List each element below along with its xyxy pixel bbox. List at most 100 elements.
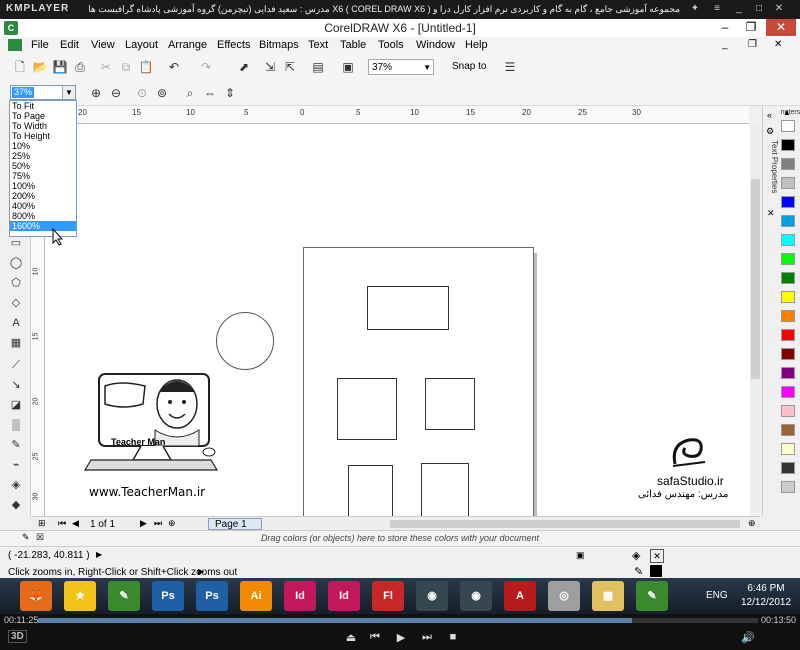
color-swatch[interactable] <box>781 272 795 284</box>
player-restore-icon[interactable]: □ <box>752 2 766 16</box>
fill-tool-icon[interactable]: ◈ <box>8 477 24 493</box>
zoom-option[interactable]: 400% <box>10 201 76 211</box>
eject-icon[interactable]: ⏏ <box>343 631 359 644</box>
color-swatch[interactable] <box>781 329 795 341</box>
zoom-option[interactable]: 200% <box>10 191 76 201</box>
color-swatch[interactable] <box>781 443 795 455</box>
square-shape[interactable] <box>337 378 397 440</box>
basic-shapes-icon[interactable]: ◇ <box>8 295 24 311</box>
snap-to-button[interactable]: Snap to <box>452 61 486 72</box>
color-swatch[interactable] <box>781 177 795 189</box>
doc-minimize-icon[interactable]: _ <box>722 39 728 50</box>
publish-icon[interactable]: ▤ <box>310 59 326 75</box>
polygon-tool-icon[interactable]: ⬠ <box>8 275 24 291</box>
horizontal-ruler[interactable]: 20 15 10 5 0 5 10 15 20 25 30 centimeter… <box>44 106 800 124</box>
prev-page-icon[interactable]: ◀ <box>72 518 79 529</box>
horizontal-scroll-thumb[interactable] <box>390 520 740 528</box>
docker-collapse-icon[interactable]: « <box>767 110 772 120</box>
taskbar-app-firefox[interactable]: 🦊 <box>20 581 52 611</box>
color-swatch[interactable] <box>781 405 795 417</box>
page-tab[interactable]: Page 1 <box>208 518 262 530</box>
previous-icon[interactable]: ⏮ <box>367 631 383 644</box>
add-page-icon[interactable]: ⊕ <box>168 518 176 529</box>
zoom-option[interactable]: 50% <box>10 161 76 171</box>
zoom-page-icon[interactable]: ⌕ <box>182 85 198 101</box>
zoom-out-icon[interactable]: ⊖ <box>108 85 124 101</box>
search-content-icon[interactable]: ⬈ <box>236 59 252 75</box>
open-icon[interactable]: 📂 <box>32 59 48 75</box>
clock-time[interactable]: 6:46 PM <box>738 583 794 594</box>
menu-arrange[interactable]: Arrange <box>168 39 207 51</box>
docker-close-icon[interactable]: ✕ <box>767 208 775 219</box>
menu-table[interactable]: Table <box>340 39 366 51</box>
clock-date[interactable]: 12/12/2012 <box>738 597 794 608</box>
taskbar-app-fl[interactable]: Fl <box>372 581 404 611</box>
palette-scroll-up-icon[interactable]: ▲ <box>783 108 791 117</box>
document-palette[interactable]: ✎ ☒ Drag colors (or objects) here to sto… <box>0 530 800 547</box>
zoom-option[interactable]: 10% <box>10 141 76 151</box>
taskbar-app-ps[interactable]: Ps <box>152 581 184 611</box>
text-tool-icon[interactable]: A <box>8 315 24 331</box>
taskbar-app-ai[interactable]: Ai <box>240 581 272 611</box>
zoom-height-icon[interactable]: ⇕ <box>222 85 238 101</box>
menu-view[interactable]: View <box>91 39 115 51</box>
outline-pen-icon[interactable]: ⌁ <box>8 457 24 473</box>
color-swatch[interactable] <box>781 424 795 436</box>
navigator-icon[interactable]: ⊞ <box>38 518 46 529</box>
zoom-selected-icon[interactable]: ⊙ <box>134 85 150 101</box>
color-swatch[interactable] <box>781 367 795 379</box>
menu-window[interactable]: Window <box>416 39 455 51</box>
menu-help[interactable]: Help <box>465 39 488 51</box>
export-icon[interactable]: ⇱ <box>282 59 298 75</box>
docker-options-icon[interactable]: ⚙ <box>766 126 774 137</box>
color-swatch[interactable] <box>781 139 795 151</box>
vertical-scroll-thumb[interactable] <box>751 179 760 379</box>
app-launcher-icon[interactable]: ▣ <box>340 59 356 75</box>
zoom-option[interactable]: To Page <box>10 111 76 121</box>
blend-tool-icon[interactable]: ◪ <box>8 397 24 413</box>
play-arrow-icon[interactable]: ▶ <box>198 567 204 576</box>
redo-icon[interactable]: ↷ <box>198 59 214 75</box>
vertical-scrollbar[interactable] <box>750 124 761 516</box>
first-page-icon[interactable]: ⏮ <box>58 518 66 529</box>
volume-icon[interactable]: 🔊 <box>740 631 756 644</box>
color-swatch[interactable] <box>781 310 795 322</box>
zoom-levels-select[interactable]: 37% ▼ <box>10 85 76 100</box>
taskbar-app-star[interactable]: ★ <box>64 581 96 611</box>
zoom-option[interactable]: 800% <box>10 211 76 221</box>
rectangle-shape[interactable] <box>421 463 469 517</box>
dimension-tool-icon[interactable]: ⟋ <box>8 357 24 373</box>
paste-icon[interactable]: 📋 <box>138 59 154 75</box>
color-swatch[interactable] <box>781 158 795 170</box>
transparency-tool-icon[interactable]: ▒ <box>8 417 24 433</box>
zoom-option[interactable]: 25% <box>10 151 76 161</box>
taskbar-app-ps[interactable]: Ps <box>196 581 228 611</box>
interactive-fill-icon[interactable]: ◆ <box>8 497 24 513</box>
color-proof-icon[interactable]: ▣ <box>576 550 585 561</box>
menu-file[interactable]: File <box>31 39 49 51</box>
rectangle-tool-icon[interactable]: ▭ <box>8 235 24 251</box>
taskbar-app-id[interactable]: Id <box>328 581 360 611</box>
color-swatch[interactable] <box>781 196 795 208</box>
new-icon[interactable]: 🗋 <box>12 59 28 75</box>
undo-icon[interactable]: ↶ <box>166 59 182 75</box>
zoom-option[interactable]: To Height <box>10 131 76 141</box>
menu-bitmaps[interactable]: Bitmaps <box>259 39 299 51</box>
color-swatch[interactable] <box>781 462 795 474</box>
minimize-button[interactable]: – <box>714 19 736 36</box>
zoom-in-icon[interactable]: ⊕ <box>88 85 104 101</box>
copy-icon[interactable]: ⧉ <box>118 59 134 75</box>
zoom-all-icon[interactable]: ⊚ <box>154 85 170 101</box>
zoom-option[interactable]: To Fit <box>10 101 76 111</box>
doc-restore-icon[interactable]: ❐ <box>748 39 757 50</box>
next-icon[interactable]: ⏭ <box>419 631 435 644</box>
color-swatch[interactable] <box>781 348 795 360</box>
stop-icon[interactable]: ■ <box>445 631 461 643</box>
color-swatch[interactable] <box>781 481 795 493</box>
outline-color-swatch[interactable] <box>650 565 662 577</box>
save-icon[interactable]: 💾 <box>52 59 68 75</box>
next-page-icon[interactable]: ▶ <box>140 518 147 529</box>
color-swatch[interactable] <box>781 253 795 265</box>
import-icon[interactable]: ⇲ <box>262 59 278 75</box>
zoom-option[interactable]: 100% <box>10 181 76 191</box>
